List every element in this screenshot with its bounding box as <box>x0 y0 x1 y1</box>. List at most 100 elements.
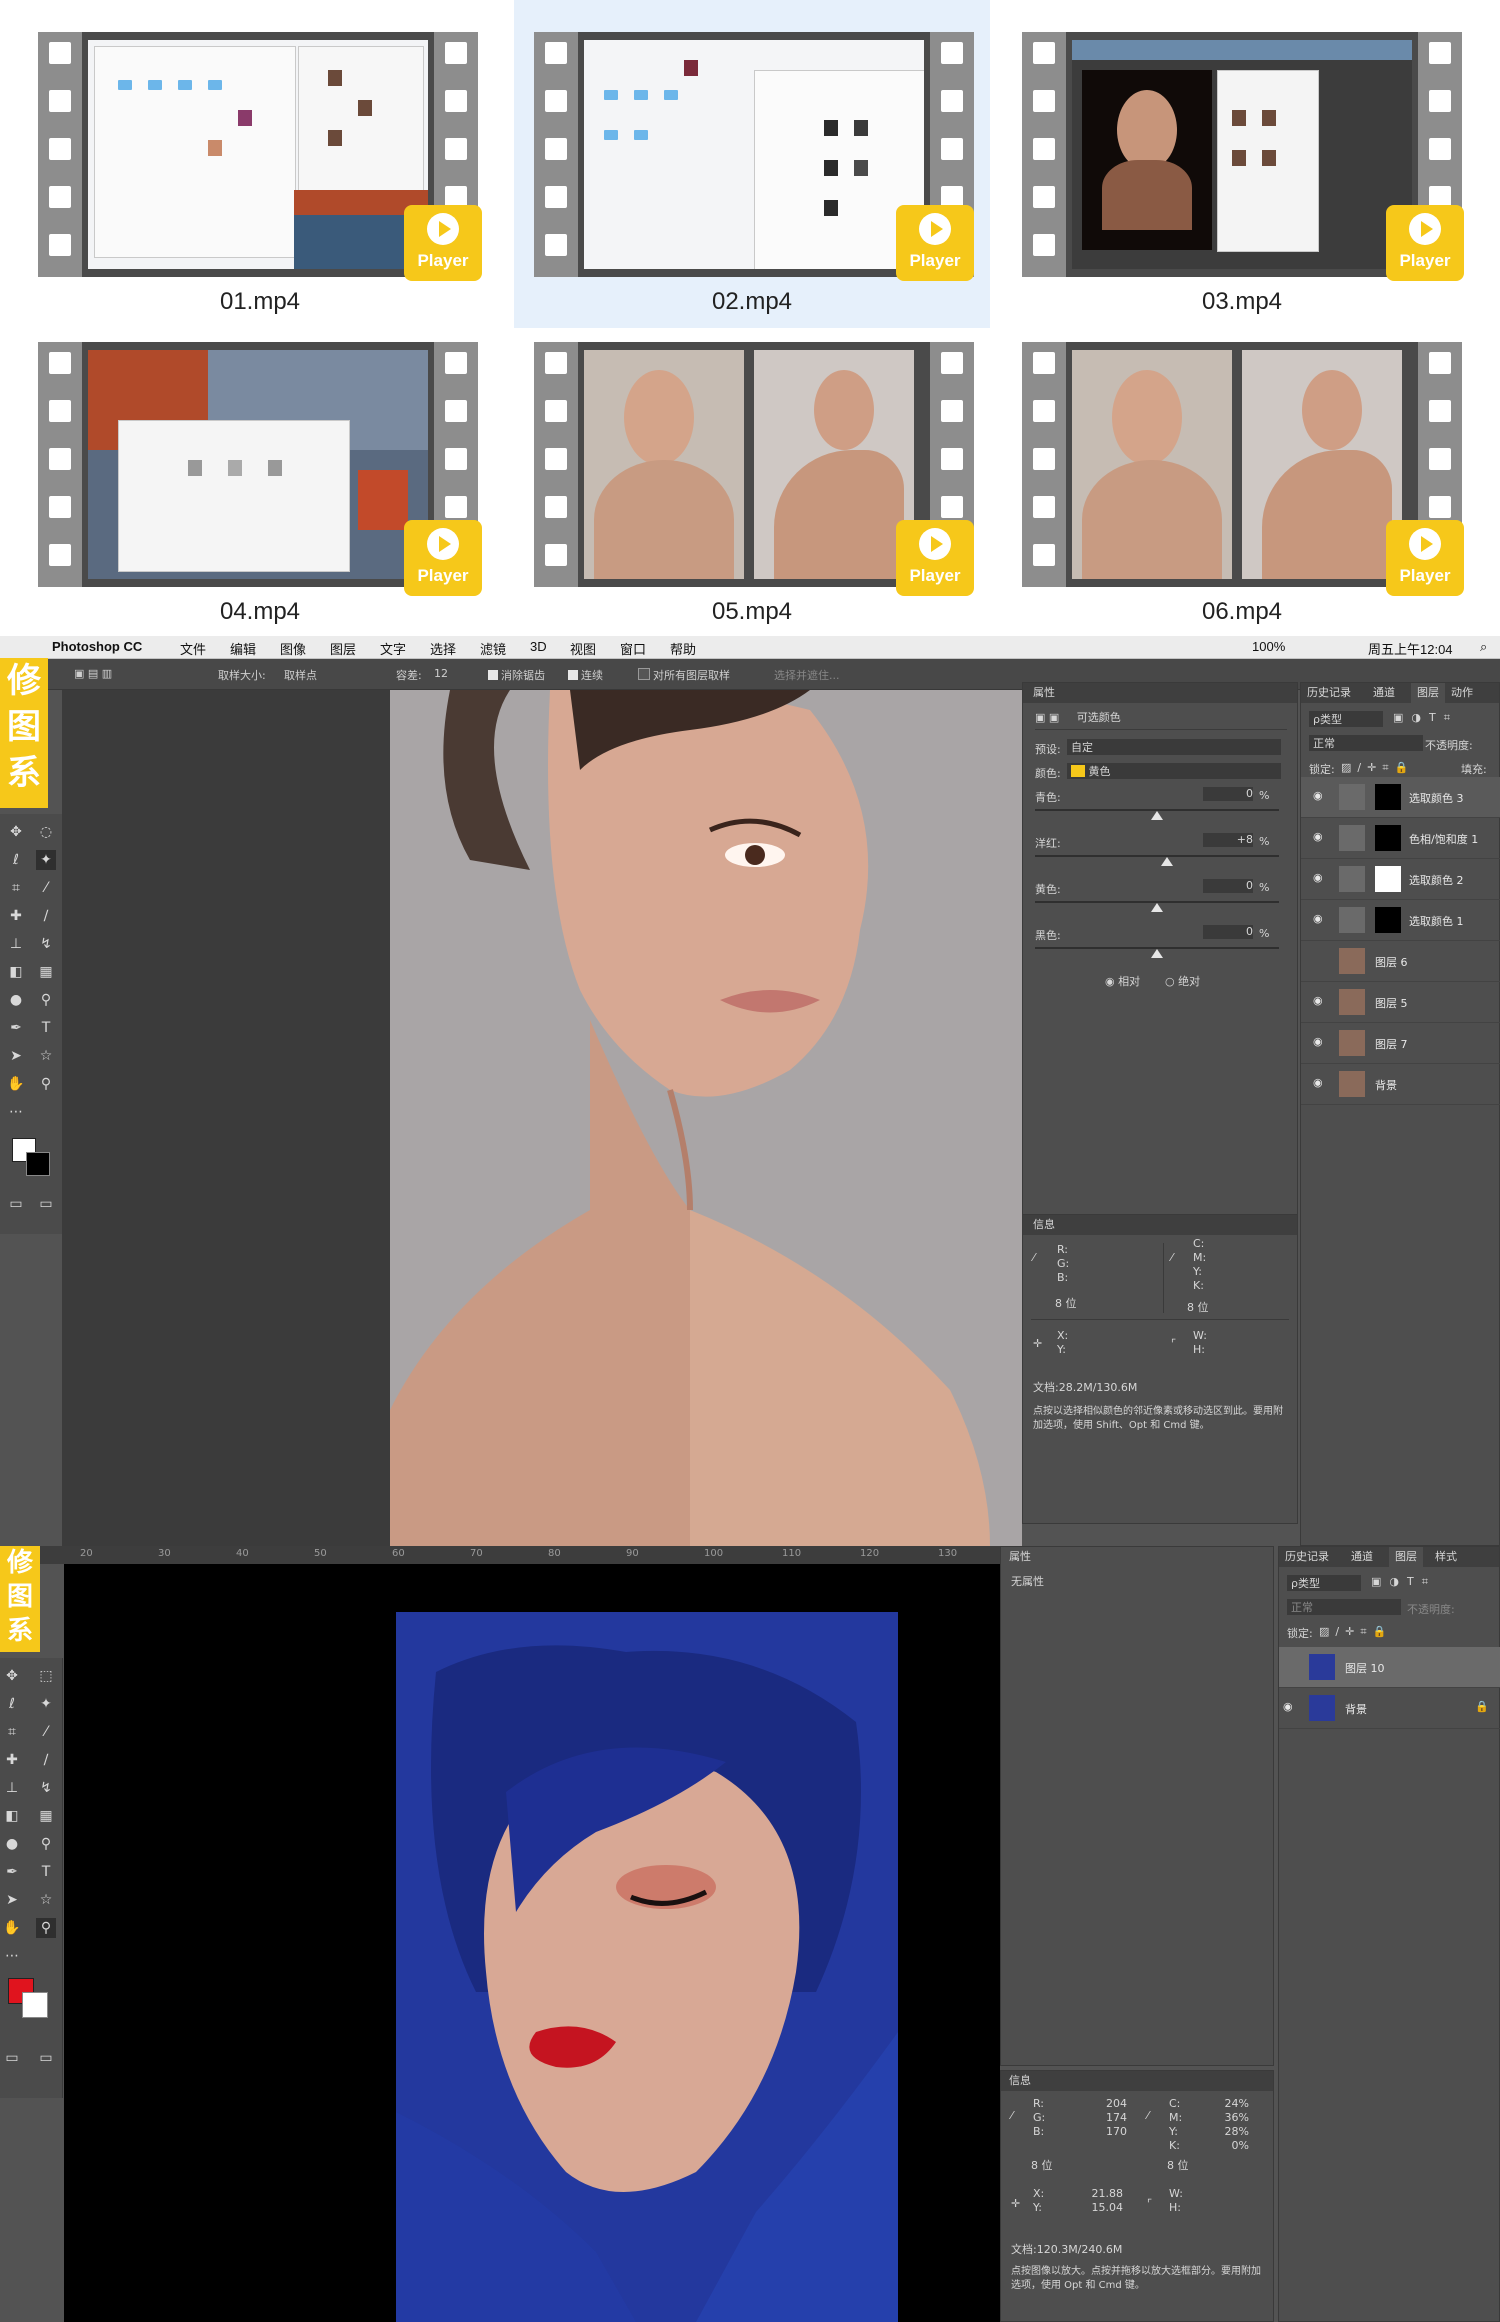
brush-tool-icon[interactable]: ∕ <box>36 1750 56 1770</box>
menu-edit[interactable]: 编辑 <box>230 639 256 658</box>
move-tool-icon[interactable]: ✥ <box>2 1666 22 1686</box>
layer-row[interactable]: 图层 10 <box>1279 1647 1500 1688</box>
tab-channels[interactable]: 通道 <box>1373 683 1395 703</box>
layer-row[interactable]: ◉ 图层 5 <box>1301 982 1500 1023</box>
type-tool-icon[interactable]: T <box>36 1018 56 1038</box>
video-item[interactable]: Player 06.mp4 <box>990 308 1470 625</box>
lock-icons[interactable]: ▨∕✛⌗🔒 <box>1341 761 1414 775</box>
layer-mask-thumbnail[interactable] <box>1375 907 1401 933</box>
menu-3d[interactable]: 3D <box>530 639 547 654</box>
screen-mode-icon[interactable]: ▭ <box>36 2048 56 2068</box>
stamp-tool-icon[interactable]: ⊥ <box>2 1778 22 1798</box>
method-absolute-radio[interactable]: ○ 绝对 <box>1165 973 1200 989</box>
eraser-tool-icon[interactable]: ◧ <box>2 1806 22 1826</box>
background-color-swatch[interactable] <box>26 1152 50 1176</box>
dodge-tool-icon[interactable]: ⚲ <box>36 1834 56 1854</box>
shape-tool-icon[interactable]: ☆ <box>36 1890 56 1910</box>
yellow-slider-handle[interactable] <box>1151 903 1163 912</box>
eyedropper-tool-icon[interactable]: ⁄ <box>36 878 56 898</box>
menu-layer[interactable]: 图层 <box>330 639 356 658</box>
player-button[interactable]: Player <box>404 520 482 596</box>
player-button[interactable]: Player <box>896 520 974 596</box>
video-item[interactable]: Player 01.mp4 <box>0 0 482 315</box>
sample-all-checkbox[interactable]: 对所有图层取样 <box>638 667 730 683</box>
path-select-icon[interactable]: ➤ <box>2 1890 22 1910</box>
tab-channels[interactable]: 通道 <box>1351 1547 1373 1567</box>
magenta-slider-handle[interactable] <box>1160 857 1173 866</box>
visibility-eye-icon[interactable]: ◉ <box>1313 789 1327 803</box>
canvas-image[interactable] <box>396 1612 898 2322</box>
method-relative-radio[interactable]: ◉ 相对 <box>1105 973 1140 989</box>
history-brush-icon[interactable]: ↯ <box>36 1778 56 1798</box>
layer-mask-thumbnail[interactable] <box>1375 784 1401 810</box>
screen-mode-icon[interactable]: ▭ <box>36 1194 56 1214</box>
contiguous-checkbox[interactable]: 连续 <box>568 667 603 683</box>
magic-wand-tool-icon[interactable]: ✦ <box>36 1694 56 1714</box>
search-icon[interactable]: ⌕ <box>1480 639 1487 655</box>
player-button[interactable]: Player <box>896 205 974 281</box>
layer-filter-icons[interactable]: ▣◑T⌗ <box>1393 711 1458 725</box>
lock-icons[interactable]: ▨∕✛⌗🔒 <box>1319 1625 1392 1639</box>
layer-mask-thumbnail[interactable] <box>1375 825 1401 851</box>
visibility-eye-icon[interactable]: ◉ <box>1283 1700 1297 1714</box>
player-button[interactable]: Player <box>1386 205 1464 281</box>
type-tool-icon[interactable]: T <box>36 1862 56 1882</box>
menu-app[interactable]: Photoshop CC <box>52 639 142 654</box>
preset-select[interactable]: 自定 <box>1067 739 1281 755</box>
colors-select[interactable]: 黄色 <box>1067 763 1281 779</box>
properties-tab[interactable]: 属性 <box>1033 683 1055 703</box>
pen-tool-icon[interactable]: ✒ <box>2 1862 22 1882</box>
tab-history[interactable]: 历史记录 <box>1307 683 1351 703</box>
layer-row[interactable]: 图层 6 <box>1301 941 1500 982</box>
visibility-eye-icon[interactable]: ◉ <box>1313 871 1327 885</box>
tab-layers[interactable]: 图层 <box>1389 1547 1423 1567</box>
canvas-image[interactable] <box>390 690 1022 1546</box>
crop-tool-icon[interactable]: ⌗ <box>2 1722 22 1742</box>
tab-history[interactable]: 历史记录 <box>1285 1547 1329 1567</box>
visibility-eye-icon[interactable]: ◉ <box>1313 830 1327 844</box>
dodge-tool-icon[interactable]: ⚲ <box>36 990 56 1010</box>
hand-tool-icon[interactable]: ✋ <box>6 1074 26 1094</box>
zoom-tool-icon[interactable]: ⚲ <box>36 1918 56 1938</box>
layer-row[interactable]: ◉ 背景 🔒 <box>1279 1688 1500 1729</box>
blend-mode-select[interactable]: 正常 <box>1287 1599 1401 1615</box>
hand-tool-icon[interactable]: ✋ <box>2 1918 22 1938</box>
layer-row[interactable]: ◉ 图层 7 <box>1301 1023 1500 1064</box>
player-button[interactable]: Player <box>404 205 482 281</box>
blur-tool-icon[interactable]: ● <box>6 990 26 1010</box>
history-brush-icon[interactable]: ↯ <box>36 934 56 954</box>
video-item[interactable]: Player 02.mp4 <box>514 0 990 328</box>
blend-mode-select[interactable]: 正常 <box>1309 735 1423 751</box>
tab-actions[interactable]: 动作 <box>1451 683 1473 703</box>
canvas-area[interactable] <box>64 1564 1000 2322</box>
tolerance-input[interactable]: 12 <box>434 667 448 680</box>
menu-image[interactable]: 图像 <box>280 639 306 658</box>
more-tools-icon[interactable]: ⋯ <box>2 1946 22 1966</box>
magenta-slider[interactable] <box>1035 855 1279 857</box>
background-color-swatch[interactable] <box>22 1992 48 2018</box>
pen-tool-icon[interactable]: ✒ <box>6 1018 26 1038</box>
menu-filter[interactable]: 滤镜 <box>480 639 506 658</box>
healing-brush-icon[interactable]: ✚ <box>6 906 26 926</box>
layer-mask-thumbnail[interactable] <box>1375 866 1401 892</box>
black-slider-handle[interactable] <box>1151 949 1163 958</box>
menu-type[interactable]: 文字 <box>380 639 406 658</box>
visibility-eye-icon[interactable]: ◉ <box>1313 994 1327 1008</box>
layer-filter-select[interactable]: ρ类型 <box>1309 711 1383 727</box>
cyan-slider-handle[interactable] <box>1151 811 1163 820</box>
lasso-tool-icon[interactable]: ℓ <box>2 1694 22 1714</box>
quick-mask-icon[interactable]: ▭ <box>2 2048 22 2068</box>
more-tools-icon[interactable]: ⋯ <box>6 1102 26 1122</box>
move-tool-icon[interactable]: ✥ <box>6 822 26 842</box>
menu-file[interactable]: 文件 <box>180 639 206 658</box>
sample-size-select[interactable]: 取样点 <box>284 667 364 683</box>
gradient-tool-icon[interactable]: ▦ <box>36 1806 56 1826</box>
menu-select[interactable]: 选择 <box>430 639 456 658</box>
tab-layers[interactable]: 图层 <box>1411 683 1445 703</box>
player-button[interactable]: Player <box>1386 520 1464 596</box>
info-tab[interactable]: 信息 <box>1033 1215 1055 1235</box>
zoom-tool-icon[interactable]: ⚲ <box>36 1074 56 1094</box>
properties-tab[interactable]: 属性 <box>1009 1547 1031 1567</box>
crop-tool-icon[interactable]: ⌗ <box>6 878 26 898</box>
antialias-checkbox[interactable]: 消除锯齿 <box>488 667 545 683</box>
